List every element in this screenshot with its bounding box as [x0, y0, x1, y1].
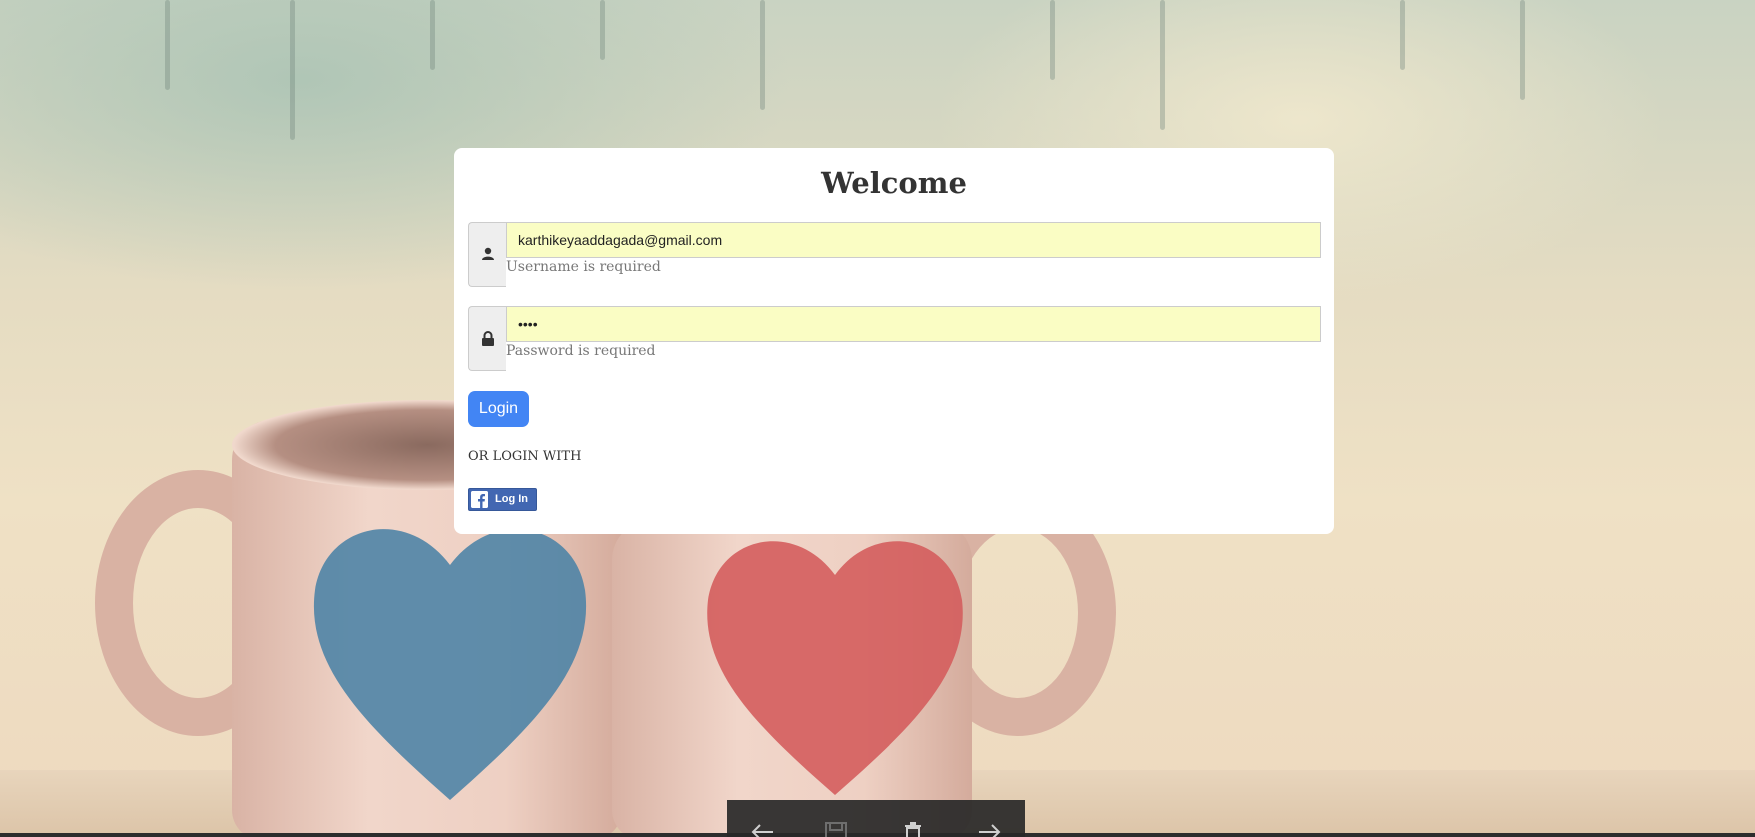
facebook-icon	[471, 491, 488, 508]
rain-drip	[1400, 0, 1405, 70]
rain-drip	[430, 0, 435, 70]
login-button[interactable]: Login	[468, 391, 529, 427]
blue-heart	[313, 529, 587, 800]
login-card: Welcome karthikeyaaddagada@gmail.com Use…	[454, 148, 1334, 534]
rain-drip	[760, 0, 765, 110]
facebook-login-label: Log In	[495, 493, 528, 505]
password-field[interactable]: ••••	[506, 306, 1321, 342]
rain-drip	[1050, 0, 1055, 80]
password-error: Password is required	[506, 343, 656, 359]
rain-drip	[1520, 0, 1525, 100]
rain-drip	[165, 0, 170, 90]
username-field[interactable]: karthikeyaaddagada@gmail.com	[506, 222, 1321, 258]
save-icon[interactable]	[825, 822, 847, 837]
facebook-login-button[interactable]: Log In	[468, 488, 537, 511]
image-viewer-toolbar	[727, 800, 1025, 837]
lock-icon	[482, 331, 494, 346]
user-icon	[482, 247, 494, 260]
rain-drip	[600, 0, 605, 60]
page-title: Welcome	[821, 166, 967, 200]
rain-drip	[290, 0, 295, 140]
rain-drip	[1160, 0, 1165, 130]
trash-icon[interactable]	[903, 822, 923, 837]
username-error: Username is required	[506, 259, 661, 275]
red-heart	[707, 541, 963, 795]
arrow-left-icon[interactable]	[749, 822, 775, 837]
username-addon	[468, 222, 506, 287]
password-addon	[468, 306, 506, 371]
or-login-with-label: OR LOGIN WITH	[468, 449, 582, 464]
arrow-right-icon[interactable]	[977, 822, 1003, 837]
